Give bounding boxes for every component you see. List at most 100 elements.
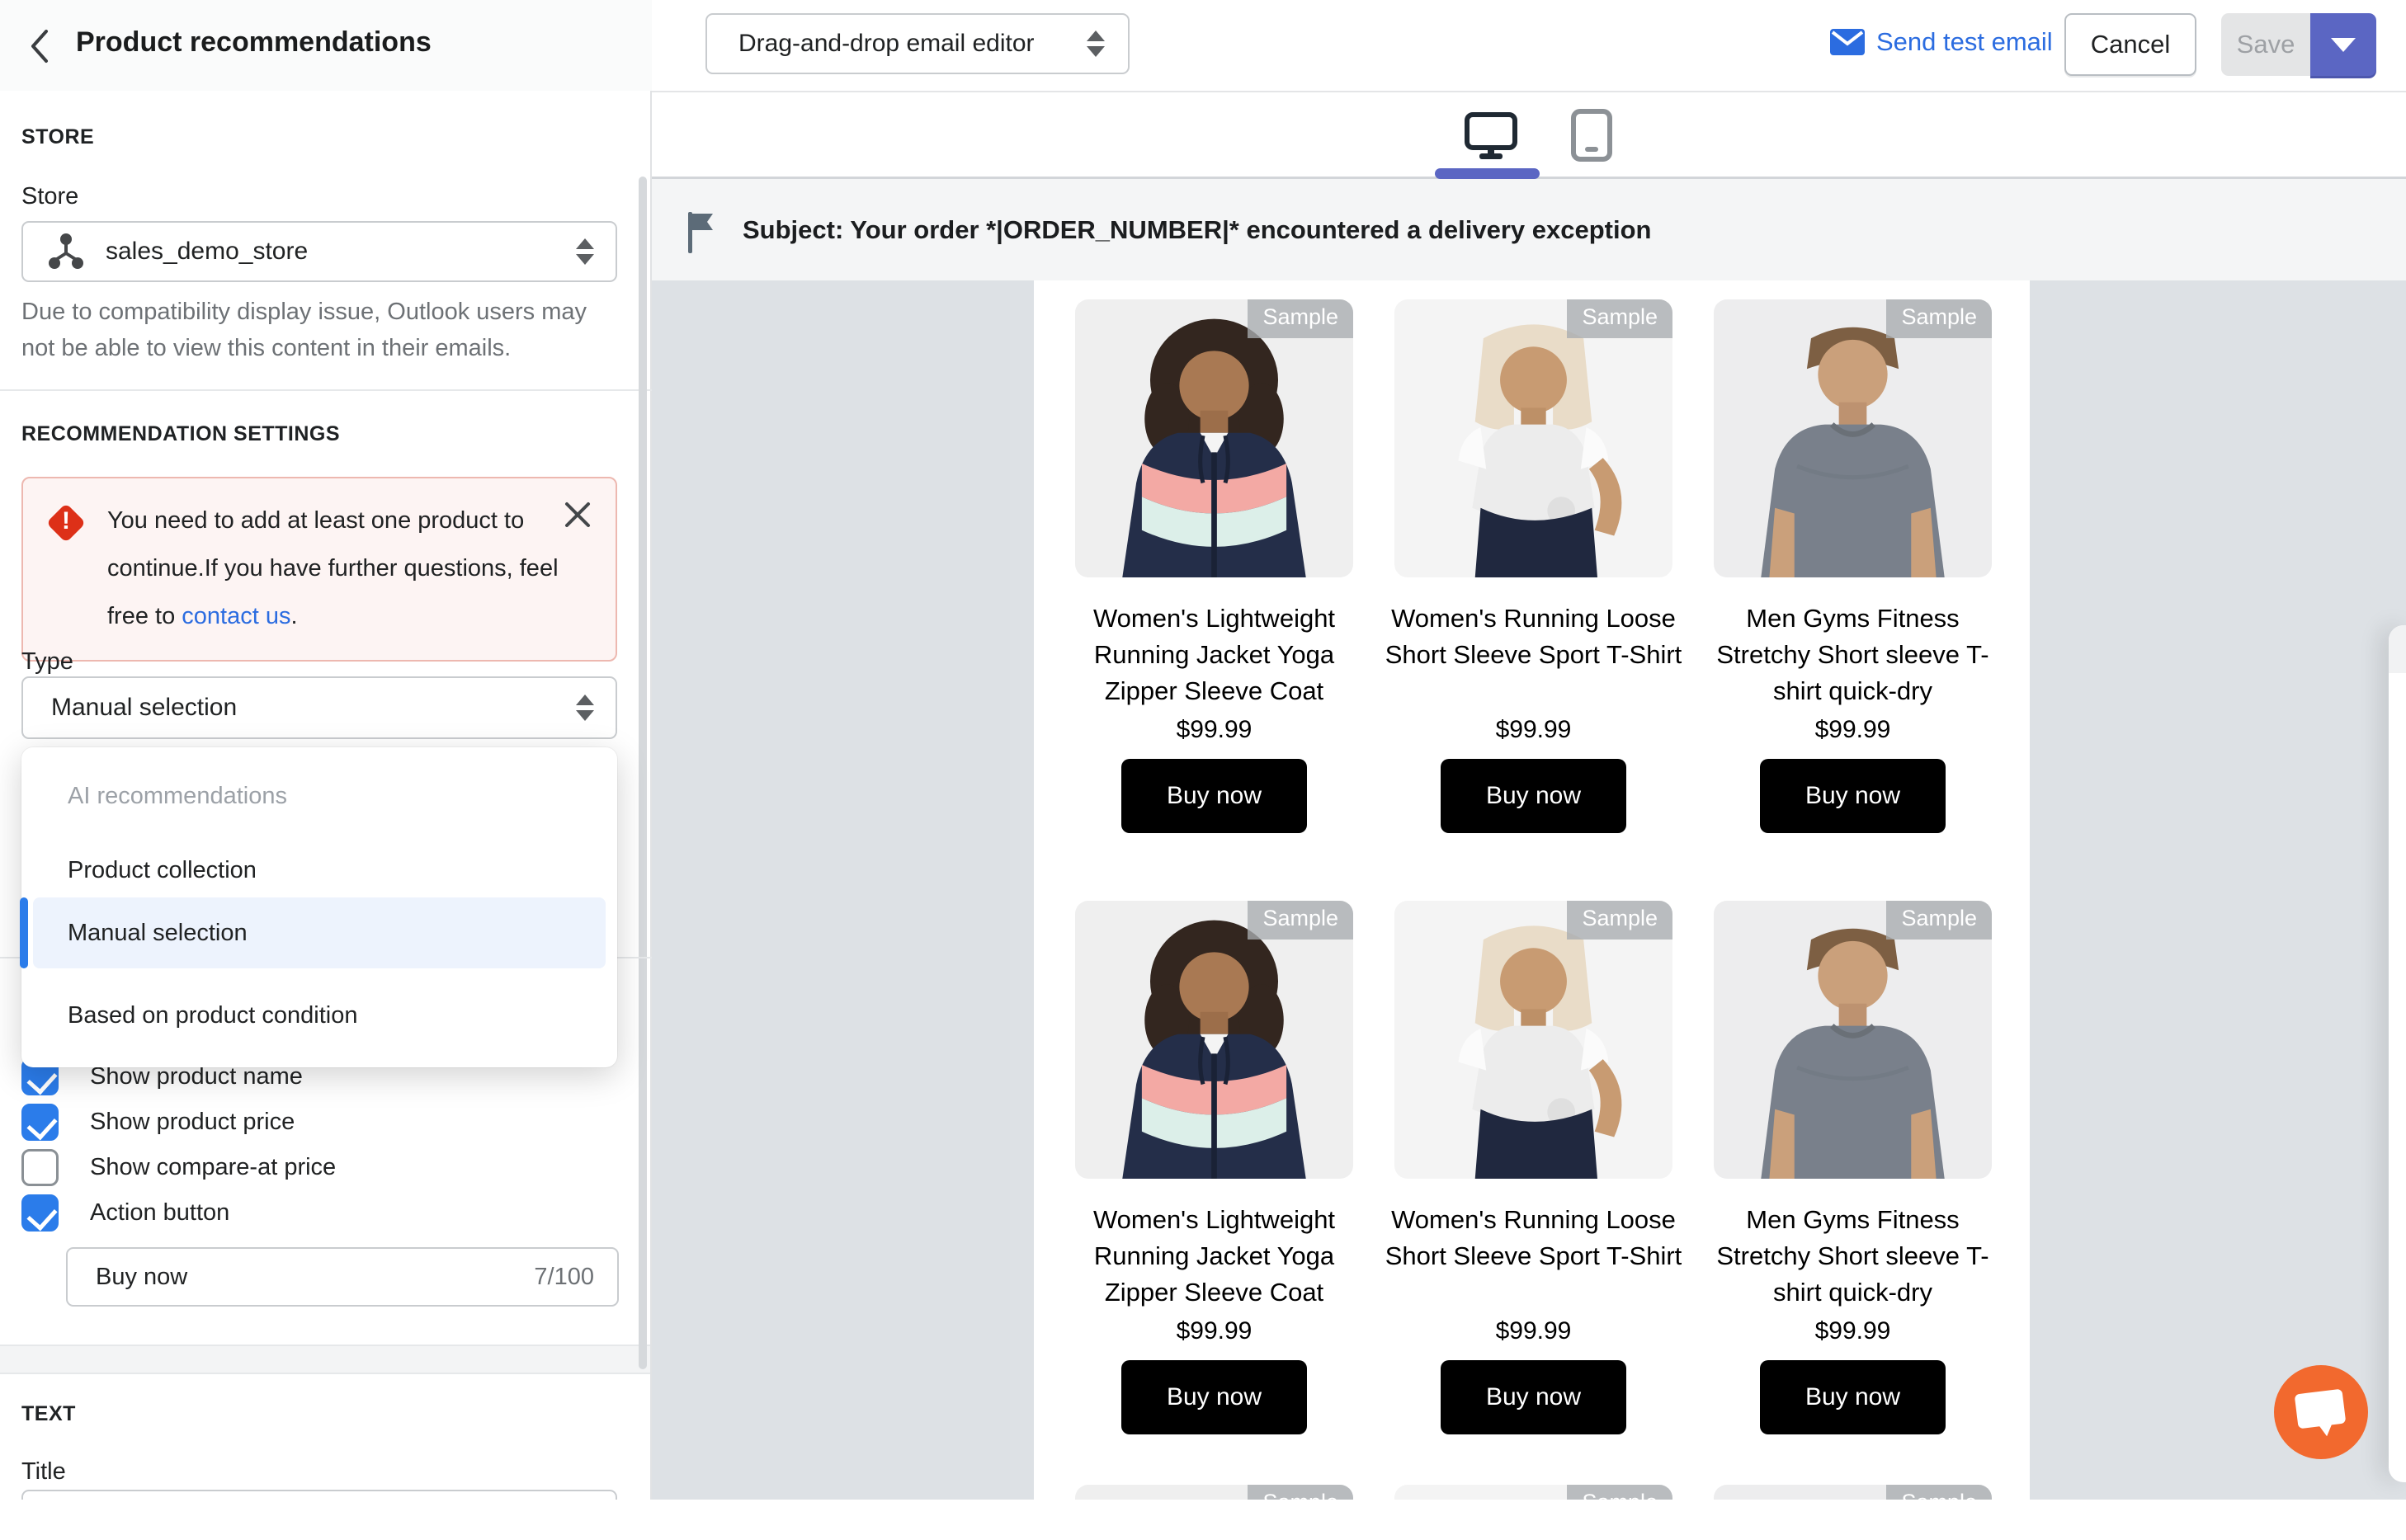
send-test-label: Send test email	[1876, 27, 2053, 57]
product-image: Sample	[1714, 299, 1992, 577]
chat-widget-button[interactable]	[2274, 1365, 2368, 1459]
contact-us-link[interactable]: contact us	[182, 603, 290, 629]
sample-badge: Sample	[1886, 299, 1992, 338]
editor-mode-select[interactable]: Drag-and-drop email editor	[705, 13, 1130, 74]
sample-badge: Sample	[1886, 901, 1992, 940]
product-photo-woman-hoodie	[1075, 299, 1353, 577]
buy-now-button[interactable]: Buy now	[1760, 1360, 1946, 1434]
option-manual-selection[interactable]: Manual selection	[33, 897, 606, 968]
product-name: Men Gyms Fitness Stretchy Short sleeve T…	[1702, 600, 2003, 709]
editor-mode-value: Drag-and-drop email editor	[738, 30, 1085, 58]
checkbox-show-product-price[interactable]	[21, 1104, 59, 1141]
sample-badge: Sample	[1886, 1485, 1992, 1500]
sidebar: Product recommendations STORE Store Conn…	[0, 0, 652, 1500]
sample-badge: Sample	[1248, 901, 1353, 940]
back-button[interactable]	[20, 25, 63, 68]
product-name: Women's Lightweight Running Jacket Yoga …	[1064, 600, 1365, 709]
stepper-icon	[1085, 27, 1106, 60]
store-hub-icon	[48, 232, 84, 271]
desktop-preview-tab[interactable]	[1465, 112, 1517, 164]
chat-bubble-icon	[2295, 1389, 2347, 1429]
section-gap	[0, 1345, 650, 1374]
product-card-partial: Sample	[1394, 1485, 1672, 1500]
subject-bar: Subject: Your order *|ORDER_NUMBER|* enc…	[652, 179, 2406, 280]
email-preview-canvas: Sample Women's Lightweight Running Jacke…	[652, 280, 2406, 1500]
mobile-icon	[1571, 109, 1612, 162]
product-name: Men Gyms Fitness Stretchy Short sleeve T…	[1702, 1202, 2003, 1311]
outlook-note: Due to compatibility display issue, Outl…	[21, 294, 599, 366]
title-input[interactable]	[21, 1490, 617, 1500]
title-label: Title	[21, 1458, 66, 1486]
save-dropdown-button[interactable]	[2310, 13, 2376, 76]
action-button-text-input[interactable]: Buy now 7/100	[66, 1247, 619, 1307]
product-name: Women's Running Loose Short Sleeve Sport…	[1383, 600, 1684, 709]
type-label: Type	[21, 648, 73, 676]
type-dropdown-menu: AI recommendations Product collection Ma…	[21, 747, 617, 1067]
product-card: Sample Men Gyms Fitness Stretchy Short s…	[1714, 901, 1992, 1179]
caret-down-icon	[2331, 38, 2356, 52]
checkbox-label: Show product price	[90, 1109, 295, 1136]
option-product-collection[interactable]: Product collection	[33, 843, 606, 897]
sample-badge: Sample	[1567, 1485, 1672, 1500]
product-price: $99.99	[1714, 716, 1992, 744]
type-select[interactable]: Manual selection	[21, 676, 617, 739]
product-photo-woman-tshirt	[1394, 901, 1672, 1179]
product-card: Sample Women's Lightweight Running Jacke…	[1075, 901, 1353, 1179]
option-based-on-condition[interactable]: Based on product condition	[33, 988, 606, 1043]
active-tab-indicator	[1435, 168, 1540, 179]
type-select-value: Manual selection	[51, 694, 574, 722]
section-divider	[0, 389, 652, 391]
store-select[interactable]: sales_demo_store	[21, 221, 617, 282]
buy-now-button[interactable]: Buy now	[1121, 759, 1307, 833]
app-root: Product recommendations STORE Store Conn…	[0, 0, 2406, 1500]
store-label: Store	[21, 183, 78, 210]
device-toggle-strip	[652, 92, 2406, 179]
sample-badge: Sample	[1567, 901, 1672, 940]
save-button[interactable]: Save	[2221, 13, 2310, 76]
store-section-heading: STORE	[21, 125, 94, 149]
product-price: $99.99	[1714, 1317, 1992, 1345]
checkbox-action-button[interactable]	[21, 1194, 59, 1232]
checkbox-row: Show compare-at price	[21, 1148, 336, 1186]
product-image: Sample	[1714, 901, 1992, 1179]
option-ai-recommendations[interactable]: AI recommendations	[33, 769, 606, 823]
mobile-preview-tab[interactable]	[1571, 109, 1612, 166]
alert-suffix: .	[290, 603, 297, 629]
sample-badge: Sample	[1567, 299, 1672, 338]
subject-text: Subject: Your order *|ORDER_NUMBER|* enc…	[743, 215, 1651, 245]
cancel-button[interactable]: Cancel	[2064, 13, 2196, 76]
side-panel-header-edge	[2389, 625, 2406, 673]
page-title: Product recommendations	[76, 26, 432, 59]
product-photo-woman-hoodie	[1075, 901, 1353, 1179]
product-image: Sample	[1394, 299, 1672, 577]
envelope-icon	[1830, 29, 1865, 55]
product-photo-man-tshirt	[1714, 901, 1992, 1179]
send-test-email-link[interactable]: Send test email	[1830, 21, 2053, 63]
alert-diamond-icon: !	[48, 505, 84, 541]
desktop-icon	[1465, 112, 1517, 160]
selected-option-indicator	[20, 897, 28, 968]
sidebar-scrollbar[interactable]	[639, 177, 647, 1369]
store-select-value: sales_demo_store	[106, 238, 574, 266]
reco-section-heading: RECOMMENDATION SETTINGS	[21, 422, 340, 446]
product-card: Sample Men Gyms Fitness Stretchy Short s…	[1714, 299, 1992, 577]
sample-badge: Sample	[1248, 1485, 1353, 1500]
alert-text: You need to add at least one product to …	[107, 507, 559, 629]
product-price: $99.99	[1394, 716, 1672, 744]
buy-now-button[interactable]: Buy now	[1121, 1360, 1307, 1434]
buy-now-button[interactable]: Buy now	[1441, 759, 1626, 833]
buy-now-button[interactable]: Buy now	[1441, 1360, 1626, 1434]
product-card-partial: Sample	[1075, 1485, 1353, 1500]
checkbox-label: Action button	[90, 1199, 229, 1227]
checkbox-row: Show product price	[21, 1103, 295, 1141]
product-price: $99.99	[1394, 1317, 1672, 1345]
product-card: Sample Women's Lightweight Running Jacke…	[1075, 299, 1353, 577]
alert-close-icon[interactable]	[563, 500, 592, 530]
alert-message: You need to add at least one product to …	[107, 497, 566, 640]
checkbox-show-compare-at-price[interactable]	[21, 1149, 59, 1186]
back-chevron-icon	[33, 31, 46, 61]
text-section-heading: TEXT	[21, 1402, 76, 1426]
action-button-value: Buy now	[96, 1264, 534, 1291]
buy-now-button[interactable]: Buy now	[1760, 759, 1946, 833]
product-card: Sample Women's Running Loose Short Sleev…	[1394, 299, 1672, 577]
